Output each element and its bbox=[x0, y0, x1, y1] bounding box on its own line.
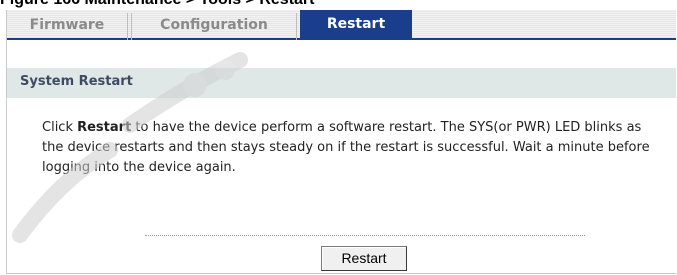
divider bbox=[145, 235, 585, 236]
section-header: System Restart bbox=[7, 68, 676, 98]
restart-panel: Firmware Configuration Restart System Re… bbox=[6, 10, 676, 274]
tab-configuration[interactable]: Configuration bbox=[131, 13, 297, 40]
tab-restart[interactable]: Restart bbox=[300, 10, 412, 40]
description-text-end: to have the device perform a software re… bbox=[42, 120, 650, 175]
figure-caption: Figure 166 Maintenance > Tools > Restart bbox=[0, 0, 314, 8]
description-restart-emphasis: Restart bbox=[77, 120, 132, 135]
tab-bar: Firmware Configuration Restart bbox=[7, 10, 676, 40]
tab-firmware[interactable]: Firmware bbox=[7, 13, 128, 40]
section-title: System Restart bbox=[20, 74, 133, 89]
restart-description: Click Restart to have the device perform… bbox=[42, 118, 662, 178]
description-text-start: Click bbox=[42, 120, 78, 135]
restart-button[interactable]: Restart bbox=[321, 246, 407, 271]
